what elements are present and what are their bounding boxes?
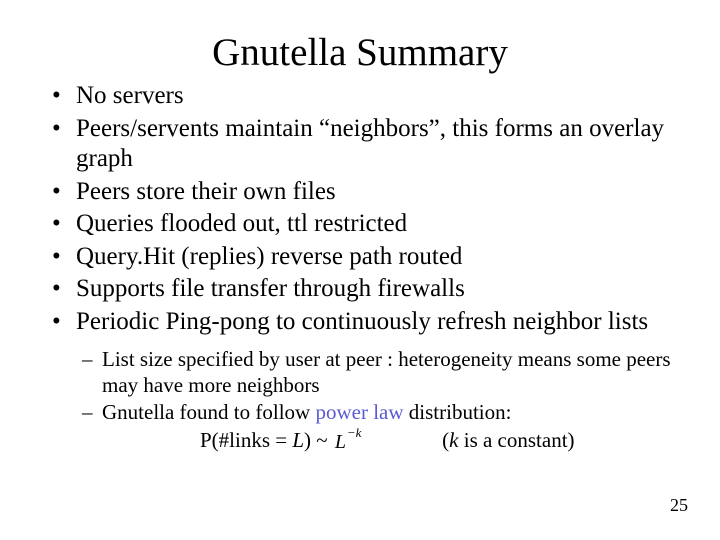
text-run: distribution: xyxy=(404,400,512,424)
slide-title: Gnutella Summary xyxy=(40,30,680,75)
sub-bullet-list: List size specified by user at peer : he… xyxy=(40,347,680,426)
list-item: Query.Hit (replies) reverse path routed xyxy=(48,242,680,273)
list-item: Periodic Ping-pong to continuously refre… xyxy=(48,307,680,338)
highlight-powerlaw: power law xyxy=(315,400,403,424)
formula-k-constant: (k is a constant) xyxy=(442,428,574,453)
bullet-list: No servers Peers/servents maintain “neig… xyxy=(40,81,680,337)
formula-L-to-minus-k xyxy=(333,431,367,449)
list-item: Peers store their own files xyxy=(48,177,680,208)
list-item: Gnutella found to follow power law distr… xyxy=(80,400,680,426)
list-item: Peers/servents maintain “neighbors”, thi… xyxy=(48,114,680,175)
formula-lhs: P(#links = xyxy=(200,428,292,452)
list-item: List size specified by user at peer : he… xyxy=(80,347,680,398)
page-number: 25 xyxy=(670,495,688,516)
list-item: No servers xyxy=(48,81,680,112)
text-run: Gnutella found to follow xyxy=(102,400,315,424)
formula-tilde: ) ~ xyxy=(304,428,333,452)
list-item: Queries flooded out, ttl restricted xyxy=(48,209,680,240)
formula-line: P(#links = L) ~ (k is a constant) xyxy=(40,428,680,453)
text-run: is a constant) xyxy=(458,428,574,452)
list-item: Supports file transfer through firewalls xyxy=(48,274,680,305)
slide: Gnutella Summary No servers Peers/serven… xyxy=(0,0,720,540)
formula-L: L xyxy=(292,428,304,452)
